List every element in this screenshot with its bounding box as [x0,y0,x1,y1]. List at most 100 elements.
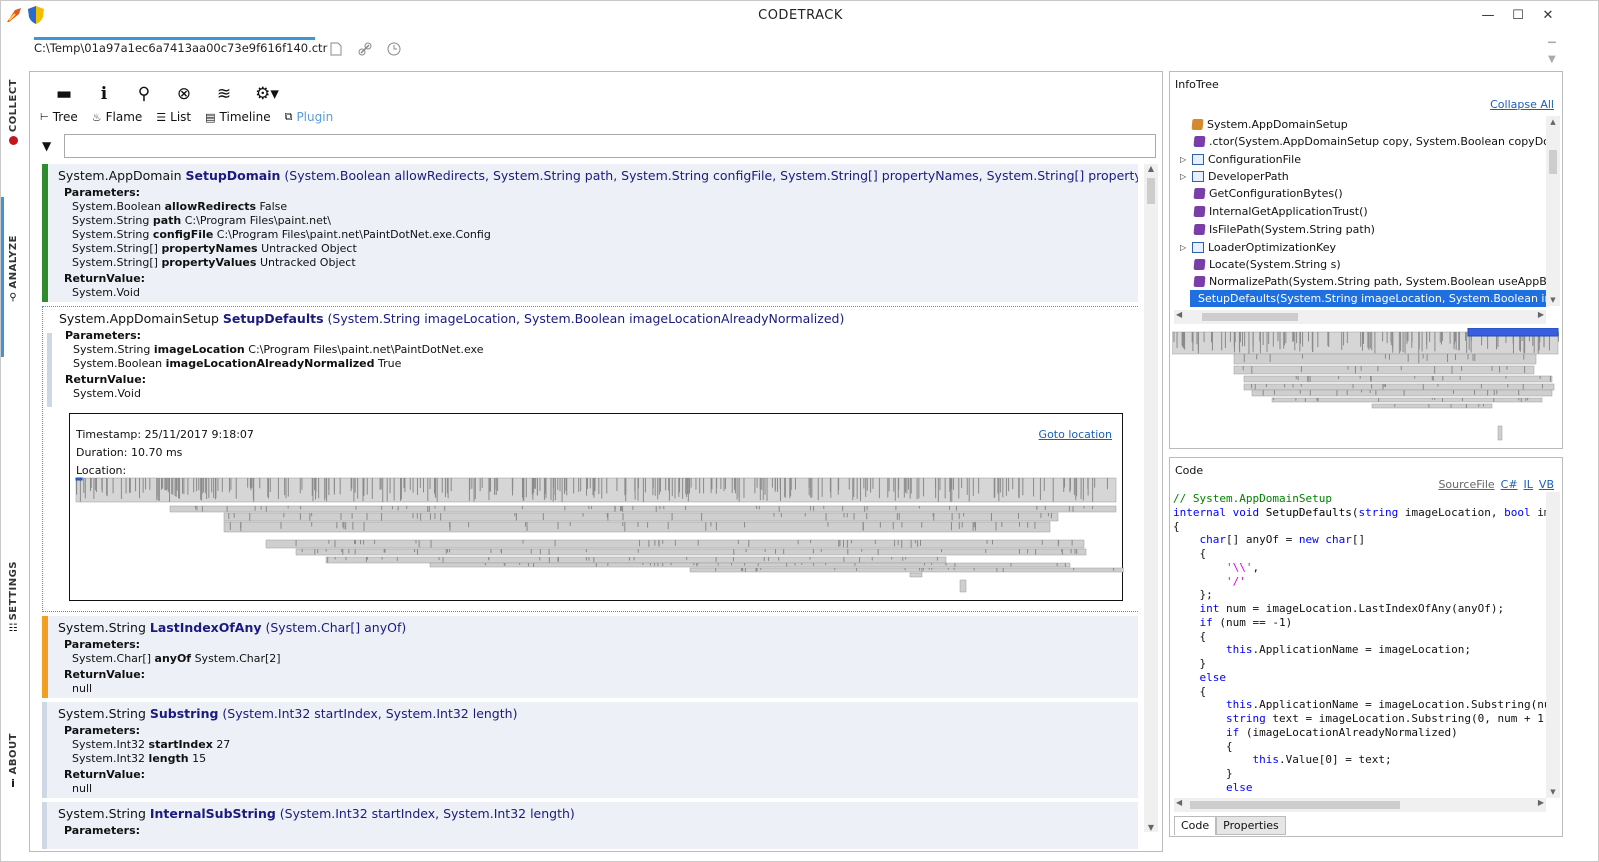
link-icon[interactable] [357,42,373,58]
clear-icon[interactable]: ⊗ [164,82,204,106]
scroll-up-icon[interactable]: ▲ [1144,164,1158,173]
expand-icon[interactable]: ▷ [1180,155,1188,164]
timeline-tick [616,478,618,492]
tab-tree[interactable]: ⊢ Tree [40,110,78,124]
timeline-tick [657,563,659,566]
timeline-tick [211,478,213,493]
scroll-left-icon[interactable]: ◀ [1176,310,1182,319]
tree-item[interactable]: NormalizePath(System.String path, System… [1193,273,1546,290]
scroll-left-icon[interactable]: ◀ [1176,798,1182,807]
timeline-tick [620,506,622,511]
timeline-tick [744,563,746,566]
tree-item[interactable]: InternalGetApplicationTrust() [1193,203,1368,220]
tab-properties[interactable]: Properties [1216,816,1286,835]
expand-icon[interactable]: ▷ [1180,243,1188,252]
expand-icon[interactable]: ▷ [1180,172,1188,181]
timeline-tick [495,478,497,495]
scroll-thumb[interactable] [1549,150,1557,174]
timeline-tick [904,478,906,493]
param-row: System.String configFile C:\Program File… [72,228,491,241]
nav-analyze[interactable]: ANALYZE ⚲ [1,235,25,305]
tab-code[interactable]: Code [1174,816,1217,835]
list-item[interactable]: System.String Substring (System.Int32 st… [42,702,1138,798]
timeline-tick [732,557,734,562]
timeline-tick [1307,376,1309,382]
tree-item[interactable]: ▷ DeveloperPath [1180,168,1289,185]
compare-icon[interactable]: ≋ [204,82,244,106]
timeline-tick [854,563,856,566]
collapse-all-link[interactable]: Collapse All [1490,98,1554,111]
scroll-right-icon[interactable]: ▶ [1538,310,1544,319]
history-icon[interactable] [386,42,402,58]
timeline-tick [909,478,911,499]
scroll-thumb[interactable] [1190,801,1400,809]
overflow-icon[interactable]: ▔ ▼ [1548,43,1556,65]
timeline-tick [515,513,517,521]
list-item[interactable]: System.AppDomain SetupDomain (System.Boo… [42,164,1138,302]
parameters-label: Parameters: [64,638,141,651]
call-list-scrollbar[interactable]: ▲ ▼ [1144,164,1158,832]
timeline-tick [1243,354,1245,363]
flame-minimap[interactable] [1172,328,1560,446]
folder-icon[interactable]: ▬ [44,82,84,106]
timeline-tick [1493,390,1495,396]
timeline-tick [768,557,770,561]
file-tab[interactable]: C:\Temp\01a97a1ec6a7413aa00c73e9f616f140… [34,41,327,55]
nav-settings[interactable]: SETTINGS ☷ [1,561,25,637]
filter-input[interactable] [64,134,1156,158]
scroll-down-icon[interactable]: ▼ [1546,296,1560,304]
code-viewer[interactable]: // System.AppDomainSetup internal void S… [1170,458,1546,798]
scroll-thumb[interactable] [1147,178,1155,204]
list-item[interactable]: System.String InternalSubString (System.… [42,802,1138,849]
info-icon[interactable]: i [84,82,124,106]
tree-item[interactable]: ▷ ConfigurationFile [1180,151,1301,168]
tree-item-selected[interactable]: SetupDefaults(System.String imageLocatio… [1190,290,1546,307]
timeline-tick [685,478,687,498]
timeline-tick [434,506,436,509]
code-scrollbar[interactable]: ▼ [1546,492,1560,798]
nav-collect[interactable]: COLLECT [1,79,25,149]
close-button[interactable]: ✕ [1533,5,1563,27]
nav-about[interactable]: ABOUT i [1,733,25,790]
tree-item[interactable]: IsFilePath(System.String path) [1193,221,1375,238]
timeline-tick [897,478,899,498]
scroll-right-icon[interactable]: ▶ [1538,798,1544,807]
scroll-up-icon[interactable]: ▲ [1546,118,1560,126]
list-item[interactable]: System.String LastIndexOfAny (System.Cha… [42,616,1138,698]
timeline-tick [283,513,285,518]
location-timeline[interactable] [70,414,1124,602]
tree-item[interactable]: .ctor(System.AppDomainSetup copy, System… [1193,133,1546,150]
tab-timeline[interactable]: ▤ Timeline [205,110,270,124]
infotree-hscrollbar[interactable]: ◀ ▶ [1174,310,1546,324]
scroll-down-icon[interactable]: ▼ [1546,788,1560,796]
timeline-tick [1285,332,1287,344]
tab-list[interactable]: ☰ List [156,110,191,124]
maximize-button[interactable]: ☐ [1503,5,1533,27]
tab-plugin[interactable]: ⧉ Plugin [285,110,334,124]
tree-item[interactable]: ▷ LoaderOptimizationKey [1180,239,1336,256]
timeline-tick [357,478,359,499]
timeline-tick [1336,390,1338,396]
timeline-tick [1106,478,1108,490]
search-icon[interactable]: ⚲ [124,82,164,106]
tree-item[interactable]: System.AppDomainSetup [1180,116,1348,133]
tree-item-label: .ctor(System.AppDomainSetup copy, System… [1209,135,1546,148]
timeline-tick [84,478,86,499]
scroll-down-icon[interactable]: ▼ [1144,823,1158,832]
scroll-thumb[interactable] [1202,313,1298,321]
tab-flame[interactable]: ♨ Flame [92,110,143,124]
new-file-icon[interactable] [328,42,344,58]
code-hscrollbar[interactable]: ◀ ▶ [1174,798,1546,812]
tree-item[interactable]: GetConfigurationBytes() [1193,185,1343,202]
minimize-button[interactable]: — [1473,5,1503,27]
timeline-tick [156,478,158,501]
timeline-tick [363,540,365,545]
list-item-selected[interactable]: System.AppDomainSetup SetupDefaults (Sys… [42,306,1138,612]
timeline-tick [738,478,740,502]
tree-item[interactable]: Locate(System.String s) [1193,256,1341,273]
infotree-scrollbar[interactable]: ▲ ▼ [1546,116,1560,306]
timeline-tick [871,557,873,561]
plugin-menu-icon[interactable]: ⚙▾ [244,82,290,106]
timeline-tick [1279,332,1281,350]
timeline-tick [778,506,780,512]
